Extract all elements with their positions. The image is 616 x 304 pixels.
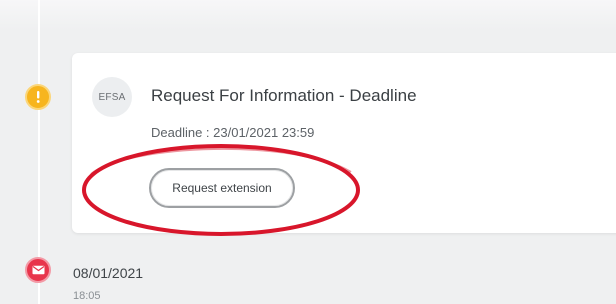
event-date: 08/01/2021 bbox=[73, 265, 144, 281]
organization-avatar: EFSA bbox=[92, 77, 132, 117]
envelope-icon bbox=[32, 265, 44, 275]
event-time: 18:05 bbox=[73, 290, 101, 302]
exclamation-icon bbox=[36, 91, 40, 103]
card-title: Request For Information - Deadline bbox=[151, 86, 417, 105]
deadline-text: Deadline : 23/01/2021 23:59 bbox=[151, 125, 315, 140]
warning-marker bbox=[25, 84, 51, 110]
timeline-page: EFSA Request For Information - Deadline … bbox=[0, 0, 616, 304]
email-marker bbox=[25, 257, 51, 283]
information-request-card: EFSA Request For Information - Deadline … bbox=[72, 53, 616, 233]
top-fade bbox=[0, 0, 616, 30]
request-extension-button[interactable]: Request extension bbox=[149, 168, 295, 208]
